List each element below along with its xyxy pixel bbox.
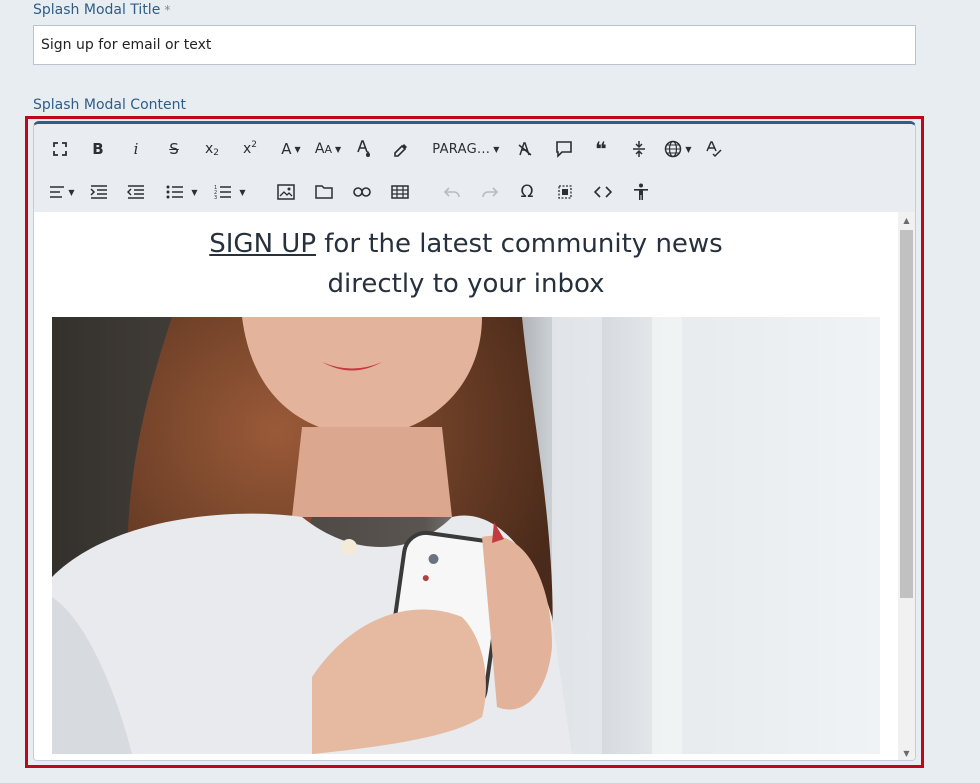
font-family-icon[interactable]: A ▼ xyxy=(276,133,306,165)
content-field-label: Splash Modal Content xyxy=(33,97,186,113)
headline: SIGN UP for the latest community news di… xyxy=(34,224,898,304)
undo-icon[interactable] xyxy=(440,176,464,208)
clear-formatting-icon[interactable] xyxy=(513,133,537,165)
editor-toolbar: B i S x2 x2 A ▼ A A ▼ PARAG... ▼ ❝ ▼ ▼ ▼… xyxy=(34,124,915,212)
subscript-icon[interactable]: x2 xyxy=(200,133,224,165)
headline-line-1: SIGN UP for the latest community news xyxy=(34,224,898,264)
splash-modal-title-input[interactable] xyxy=(33,25,916,65)
code-view-icon[interactable] xyxy=(591,176,615,208)
text-color-icon[interactable] xyxy=(352,133,376,165)
outdent-icon[interactable] xyxy=(124,176,148,208)
special-characters-icon[interactable]: Ω xyxy=(515,176,539,208)
title-field-label: Splash Modal Title * xyxy=(33,2,171,18)
editor-content-area[interactable]: SIGN UP for the latest community news di… xyxy=(34,212,898,760)
italic-icon[interactable]: i xyxy=(124,133,148,165)
svg-text:3: 3 xyxy=(214,195,217,199)
quote-icon[interactable]: ❝ xyxy=(589,133,613,165)
accessibility-icon[interactable] xyxy=(629,176,653,208)
font-size-icon[interactable]: A A ▼ xyxy=(311,133,345,165)
numbered-list-icon[interactable]: 1 2 3 ▼ xyxy=(210,176,250,208)
fullscreen-icon[interactable] xyxy=(48,133,72,165)
comment-icon[interactable] xyxy=(552,133,576,165)
required-mark: * xyxy=(164,3,171,17)
scroll-down-arrow-icon[interactable]: ▼ xyxy=(898,745,915,760)
toolbar-row-1: B i S x2 x2 A ▼ A A ▼ PARAG... ▼ ❝ ▼ xyxy=(34,129,915,169)
paragraph-format-dropdown[interactable]: PARAG... ▼ xyxy=(426,133,506,165)
scroll-thumb[interactable] xyxy=(900,230,913,598)
redo-icon[interactable] xyxy=(478,176,502,208)
content-scrollbar[interactable]: ▲ ▼ xyxy=(898,212,915,760)
headline-line-2: directly to your inbox xyxy=(327,269,605,299)
toolbar-row-2: ▼ ▼ 1 2 3 ▼ Ω xyxy=(34,172,915,212)
sign-up-link[interactable]: SIGN UP xyxy=(209,229,316,259)
insert-image-icon[interactable] xyxy=(274,176,298,208)
insert-table-icon[interactable] xyxy=(388,176,412,208)
indent-icon[interactable] xyxy=(87,176,111,208)
superscript-icon[interactable]: x2 xyxy=(238,133,262,165)
strikethrough-icon[interactable]: S xyxy=(162,133,186,165)
language-icon[interactable]: ▼ xyxy=(662,133,694,165)
highlight-icon[interactable] xyxy=(388,133,412,165)
paragraph-format-label: PARAG... xyxy=(432,141,491,157)
headline-rest: for the latest community news xyxy=(316,229,723,259)
bold-icon[interactable]: B xyxy=(86,133,110,165)
align-dropdown-icon[interactable]: ▼ xyxy=(46,176,78,208)
file-manager-icon[interactable] xyxy=(312,176,336,208)
rich-text-editor[interactable]: B i S x2 x2 A ▼ A A ▼ PARAG... ▼ ❝ ▼ ▼ ▼… xyxy=(33,121,916,761)
line-height-icon[interactable] xyxy=(627,133,651,165)
select-all-icon[interactable] xyxy=(553,176,577,208)
insert-link-icon[interactable] xyxy=(350,176,374,208)
woman-with-phone-image xyxy=(52,317,880,754)
scroll-up-arrow-icon[interactable]: ▲ xyxy=(898,212,915,228)
bulleted-list-icon[interactable]: ▼ xyxy=(162,176,202,208)
spellcheck-icon[interactable] xyxy=(702,133,726,165)
